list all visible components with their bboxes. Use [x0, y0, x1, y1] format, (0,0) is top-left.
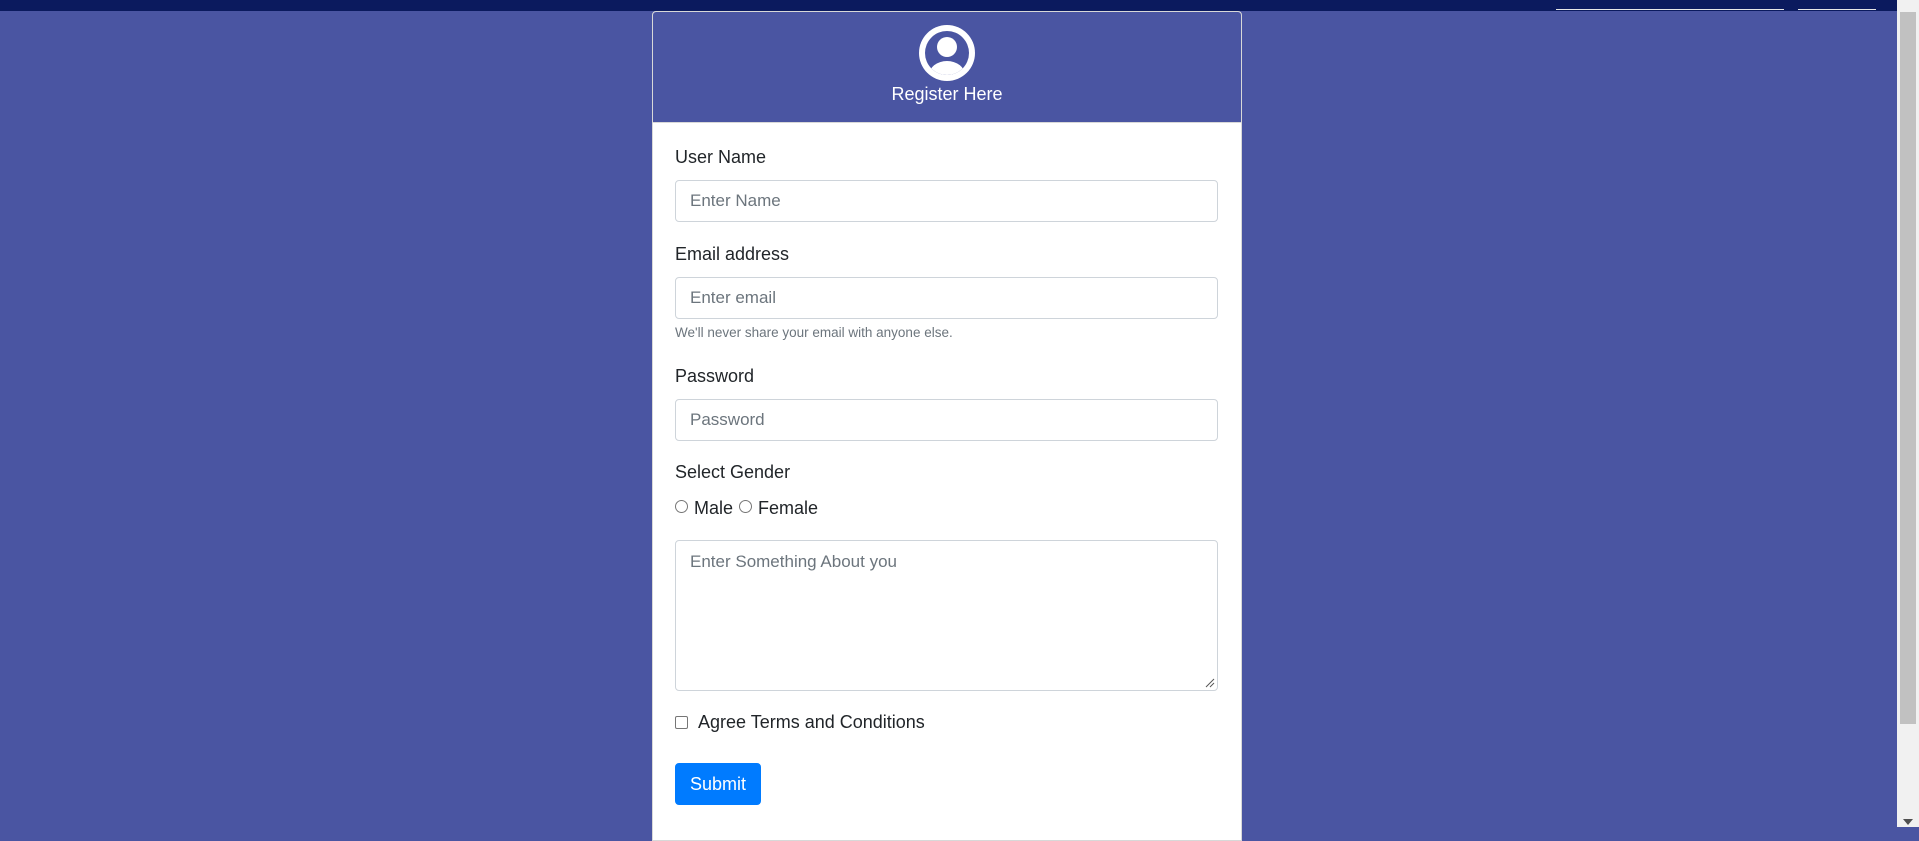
email-help-text: We'll never share your email with anyone… — [675, 325, 953, 340]
username-placeholder: Enter Name — [690, 191, 781, 210]
gender-label: Select Gender — [675, 462, 791, 482]
navbar-search-input[interactable] — [1556, 9, 1784, 10]
resize-grip-icon[interactable] — [1205, 678, 1215, 688]
navbar-search-button[interactable] — [1798, 9, 1876, 10]
scroll-down-arrow-icon[interactable] — [1903, 819, 1913, 825]
about-placeholder: Enter Something About you — [690, 552, 897, 571]
password-input[interactable]: Password — [675, 399, 1218, 441]
username-input-field[interactable]: Enter Name — [675, 180, 1218, 222]
page-scrollbar[interactable] — [1897, 0, 1919, 827]
email-input[interactable]: Enter email — [675, 277, 1218, 319]
username-label-text: User Name — [675, 147, 767, 167]
top-navbar — [0, 0, 1897, 11]
terms-label[interactable]: Agree Terms and Conditions — [698, 712, 925, 733]
email-label: Email address — [675, 244, 790, 264]
email-placeholder: Enter email — [690, 288, 776, 307]
gender-female-radio[interactable] — [739, 500, 752, 513]
form-fields: User Name Enter Name Email address Enter… — [652, 11, 1242, 827]
gender-female-label[interactable]: Female — [758, 498, 818, 519]
password-placeholder: Password — [690, 410, 765, 429]
gender-male-label[interactable]: Male — [694, 498, 733, 519]
password-label: Password — [675, 366, 755, 386]
submit-button[interactable]: Submit — [675, 763, 761, 805]
scrollbar-thumb[interactable] — [1900, 12, 1916, 724]
terms-checkbox[interactable] — [675, 716, 688, 729]
about-textarea[interactable]: Enter Something About you — [675, 540, 1218, 691]
gender-male-radio[interactable] — [675, 500, 688, 513]
